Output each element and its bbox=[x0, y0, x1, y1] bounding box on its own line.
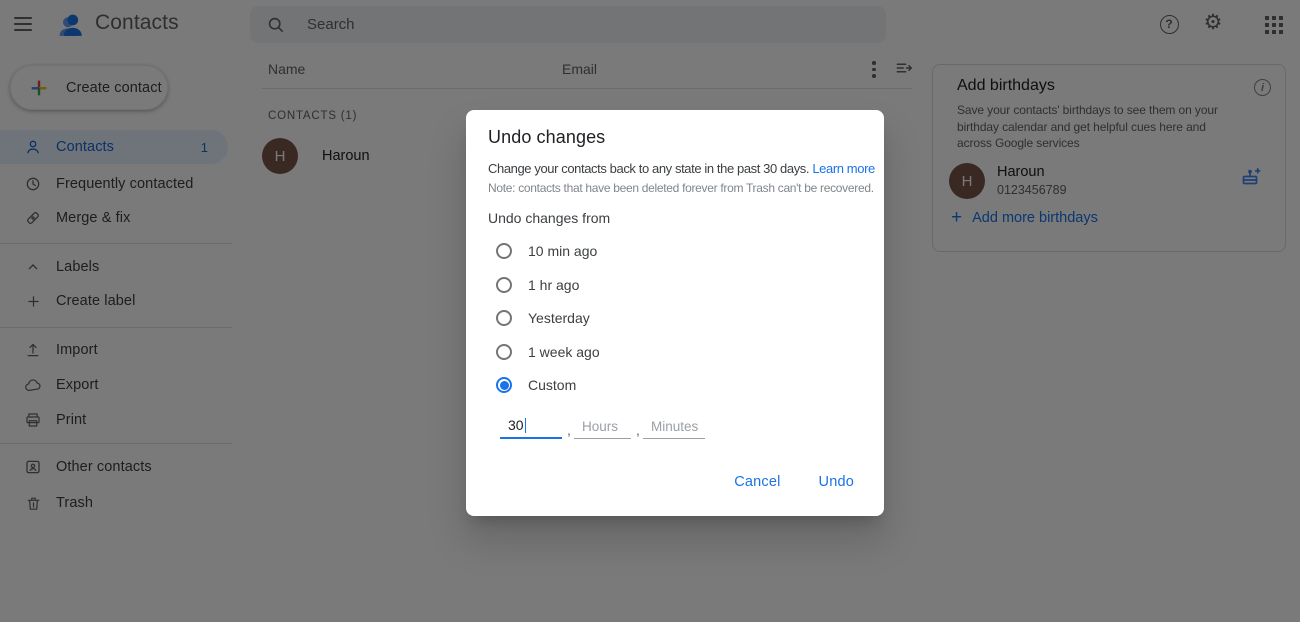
radio-option-yesterday[interactable]: Yesterday bbox=[496, 310, 590, 326]
dialog-description: Change your contacts back to any state i… bbox=[488, 161, 875, 176]
custom-minutes-input[interactable]: Minutes bbox=[643, 413, 705, 439]
separator: , bbox=[567, 422, 571, 438]
google-contacts-app: Contacts Search ? ⚙ bbox=[0, 0, 1300, 622]
learn-more-link[interactable]: Learn more bbox=[812, 161, 874, 176]
radio-icon bbox=[496, 243, 512, 259]
radio-checked-icon bbox=[496, 377, 512, 393]
radio-option-1-hr-ago[interactable]: 1 hr ago bbox=[496, 277, 579, 293]
radio-icon bbox=[496, 310, 512, 326]
undo-from-label: Undo changes from bbox=[488, 210, 610, 226]
undo-changes-dialog: Undo changes Change your contacts back t… bbox=[466, 110, 884, 516]
text-caret bbox=[525, 418, 527, 433]
radio-option-10-min-ago[interactable]: 10 min ago bbox=[496, 243, 597, 259]
radio-option-1-week-ago[interactable]: 1 week ago bbox=[496, 344, 600, 360]
separator: , bbox=[636, 422, 640, 438]
custom-hours-input[interactable]: Hours bbox=[574, 413, 631, 439]
custom-days-input[interactable]: 30 bbox=[500, 413, 562, 439]
radio-option-custom[interactable]: Custom bbox=[496, 377, 576, 393]
radio-icon bbox=[496, 344, 512, 360]
radio-icon bbox=[496, 277, 512, 293]
dialog-title: Undo changes bbox=[488, 127, 605, 148]
cancel-button[interactable]: Cancel bbox=[732, 468, 782, 496]
dialog-note: Note: contacts that have been deleted fo… bbox=[488, 181, 874, 195]
undo-button[interactable]: Undo bbox=[817, 468, 856, 496]
